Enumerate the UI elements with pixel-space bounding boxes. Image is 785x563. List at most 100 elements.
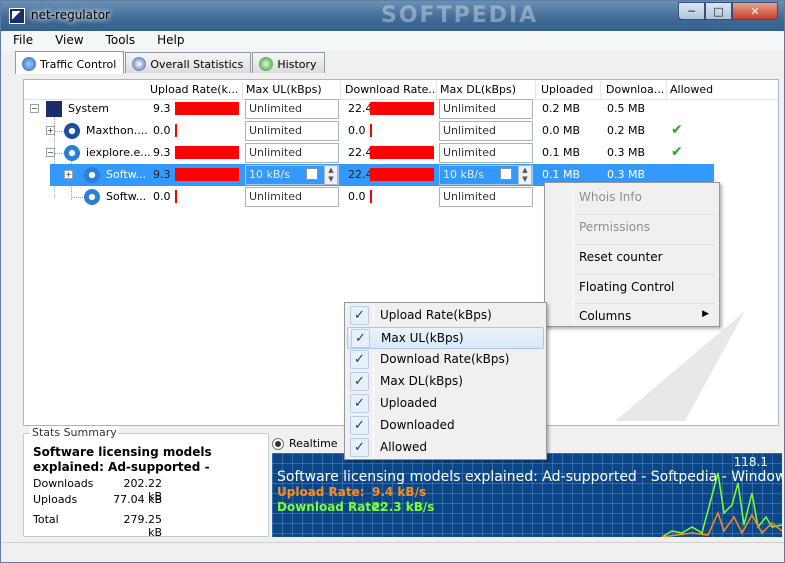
menu-item-label: Allowed — [380, 440, 428, 454]
max-ul-input[interactable]: Unlimited — [245, 187, 339, 207]
menu-tools[interactable]: Tools — [92, 31, 144, 47]
max-ul-checkbox[interactable] — [306, 168, 318, 180]
max-dl-input[interactable]: Unlimited — [439, 99, 533, 119]
column-allowed[interactable]: Allowed — [670, 83, 730, 96]
watermark: SOFTPEDIA — [381, 3, 539, 28]
process-name: System — [68, 102, 110, 115]
total-value: 279.25 kB — [123, 513, 163, 539]
title-bar[interactable]: net-regulator SOFTPEDIA ─ □ ✕ — [1, 1, 784, 31]
checkmark-icon: ✓ — [350, 438, 369, 457]
tab-overall-statistics[interactable]: Overall Statistics — [125, 52, 252, 73]
column-header: Upload Rate(k... Max UL(kBps) Download R… — [24, 80, 778, 100]
menu-item-download-rate[interactable]: ✓ Download Rate(kBps) — [347, 349, 544, 371]
max-ul-spinner[interactable]: ▲ ▼ — [324, 165, 338, 185]
expand-icon[interactable]: + — [64, 170, 73, 179]
realtime-radio[interactable] — [272, 438, 284, 450]
menu-item-upload-rate[interactable]: ✓ Upload Rate(kBps) — [347, 305, 544, 327]
max-dl-input[interactable]: Unlimited — [439, 187, 533, 207]
statistics-icon — [132, 57, 147, 71]
menu-item-permissions[interactable]: Permissions — [547, 215, 717, 243]
max-dl-spinner[interactable]: ▲ ▼ — [518, 165, 532, 185]
stats-legend: Stats Summary — [30, 426, 119, 439]
traffic-control-icon — [22, 57, 36, 71]
maxthon-icon — [64, 123, 80, 139]
expand-icon[interactable]: + — [46, 126, 55, 135]
allowed-check-icon[interactable]: ✔ — [671, 122, 683, 138]
column-download-rate[interactable]: Download Rate... — [345, 83, 437, 96]
max-dl-input[interactable]: Unlimited — [439, 121, 533, 141]
menu-item-max-ul[interactable]: ✓ Max UL(kBps) — [347, 327, 544, 349]
menu-item-label: Max UL(kBps) — [381, 331, 464, 345]
upload-rate: 9.3 — [153, 102, 171, 115]
process-name: Softw... — [106, 168, 147, 181]
upload-rate: 0.0 — [153, 190, 171, 203]
column-uploaded[interactable]: Uploaded — [541, 83, 605, 96]
checkmark-icon: ✓ — [351, 329, 370, 348]
submenu-arrow-icon: ▶ — [702, 309, 709, 319]
max-ul-input[interactable]: Unlimited — [245, 99, 339, 119]
menu-item-label: Columns — [579, 309, 632, 323]
uploaded: 0.2 MB — [542, 102, 581, 115]
internet-explorer-icon — [84, 189, 100, 205]
max-ul-input[interactable]: Unlimited — [245, 121, 339, 141]
realtime-graph: 118.1 Software licensing models explaine… — [272, 453, 782, 537]
table-row[interactable]: + Maxthon.... 0.0 Unlimited 0.0 Unlimite… — [24, 120, 778, 142]
downloads-label: Downloads — [33, 477, 94, 490]
table-row[interactable]: − iexplore.e... 9.3 Unlimited 22.4 Unlim… — [24, 142, 778, 164]
menu-view[interactable]: View — [41, 31, 91, 47]
menu-item-max-dl[interactable]: ✓ Max DL(kBps) — [347, 371, 544, 393]
tab-history[interactable]: History — [252, 52, 325, 73]
graph-max-value: 118.1 — [733, 455, 768, 469]
tab-label: Overall Statistics — [150, 57, 244, 71]
checkmark-icon: ✓ — [350, 416, 369, 435]
download-rate-label: Download Rate: — [277, 500, 385, 514]
tab-label: History — [277, 57, 317, 71]
max-dl-checkbox[interactable] — [500, 168, 512, 180]
column-max-dl[interactable]: Max DL(kBps) — [440, 83, 536, 96]
checkmark-icon: ✓ — [350, 306, 369, 325]
max-dl-input[interactable]: Unlimited — [439, 143, 533, 163]
system-icon — [46, 101, 62, 117]
download-rate: 22.4 — [348, 168, 373, 181]
download-rate: 0.0 — [348, 124, 366, 137]
close-button[interactable]: ✕ — [732, 2, 778, 20]
internet-explorer-icon — [84, 167, 100, 183]
menu-item-whois-info[interactable]: Whois Info — [547, 185, 717, 213]
upload-rate-bar — [175, 124, 177, 137]
max-ul-input[interactable]: Unlimited — [245, 143, 339, 163]
collapse-icon[interactable]: − — [30, 104, 39, 113]
table-row[interactable]: − System 9.3 Unlimited 22.4 Unlimited 0.… — [24, 98, 778, 120]
column-upload-rate[interactable]: Upload Rate(k... — [150, 83, 242, 96]
column-downloaded[interactable]: Downloa... — [606, 83, 666, 96]
menu-item-allowed[interactable]: ✓ Allowed — [347, 437, 544, 459]
upload-rate-value: 9.4 kB/s — [372, 485, 427, 499]
collapse-icon[interactable]: − — [46, 148, 55, 157]
menu-item-label: Downloaded — [380, 418, 455, 432]
tab-traffic-control[interactable]: Traffic Control — [15, 51, 125, 74]
menu-item-reset-counter[interactable]: Reset counter — [547, 245, 717, 273]
column-max-ul[interactable]: Max UL(kBps) — [246, 83, 342, 96]
menu-help[interactable]: Help — [143, 31, 192, 47]
menu-item-label: Max DL(kBps) — [380, 374, 463, 388]
downloaded: 0.3 MB — [607, 168, 646, 181]
checkmark-icon: ✓ — [350, 350, 369, 369]
stats-headline: Software licensing models — [33, 445, 212, 459]
menu-item-floating-control[interactable]: Floating Control — [547, 275, 717, 303]
menu-item-uploaded[interactable]: ✓ Uploaded — [347, 393, 544, 415]
menu-item-columns[interactable]: Columns ▶ — [547, 304, 717, 332]
minimize-button[interactable]: ─ — [678, 2, 705, 20]
menu-item-downloaded[interactable]: ✓ Downloaded — [347, 415, 544, 437]
download-rate-value: 22.3 kB/s — [372, 500, 435, 514]
menu-item-label: Uploaded — [380, 396, 438, 410]
process-name: Softw... — [106, 190, 147, 203]
allowed-check-icon[interactable]: ✔ — [671, 144, 683, 160]
downloaded: 0.5 MB — [607, 102, 646, 115]
upload-rate: 9.3 — [153, 146, 171, 159]
stats-headline-2: explained: Ad-supported - — [33, 460, 210, 474]
maximize-button[interactable]: □ — [705, 2, 732, 20]
process-name: Maxthon.... — [86, 124, 148, 137]
downloaded: 0.2 MB — [607, 124, 646, 137]
menu-bar: File View Tools Help — [1, 31, 784, 51]
menu-file[interactable]: File — [1, 31, 41, 47]
status-bar — [1, 542, 784, 562]
